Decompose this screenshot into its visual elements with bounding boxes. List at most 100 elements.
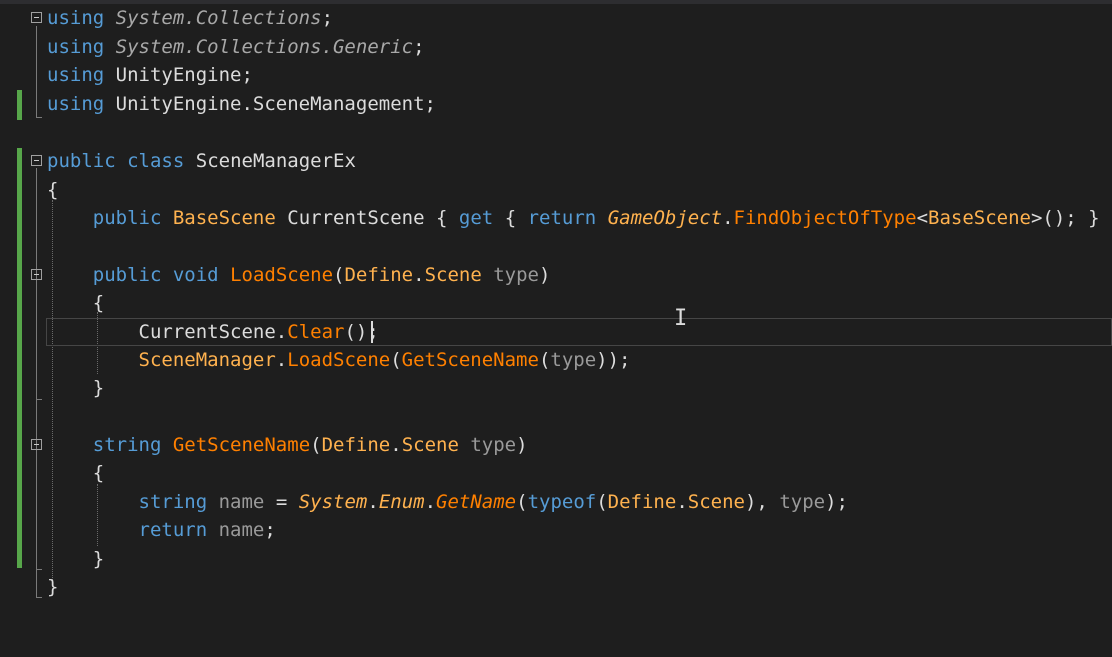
punctuation: (); [344, 321, 379, 343]
operator: = [275, 491, 288, 513]
method-name: Clear [287, 321, 345, 343]
brace: { [92, 292, 105, 314]
code-line-14: } [0, 374, 1112, 402]
type-name: Scene [687, 491, 745, 513]
modifier: public [47, 150, 116, 172]
code-line-21: } [0, 573, 1112, 601]
variable: name [218, 519, 265, 541]
punctuation: . [275, 321, 288, 343]
code-line-8: public BaseScene CurrentScene { get { re… [0, 204, 1112, 232]
brace: } [47, 576, 59, 598]
punctuation: )); [596, 349, 631, 371]
punctuation: < [916, 207, 929, 229]
type-name: BaseScene [928, 207, 1031, 229]
code-line-3: using UnityEngine; [0, 61, 1112, 89]
code-line-2: using System.Collections.Generic; [0, 33, 1112, 61]
code-line-11: { [0, 289, 1112, 317]
keyword: void [172, 264, 219, 286]
brace: } [92, 377, 105, 399]
keyword: using [47, 64, 105, 86]
method-name: GetSceneName [172, 434, 311, 456]
punctuation: . [367, 491, 379, 513]
namespace: System.Collections.Generic [115, 36, 414, 58]
punctuation: ), [744, 491, 768, 513]
method-name: LoadScene [287, 349, 391, 371]
method-name: GetSceneName [401, 349, 539, 371]
code-line-20: } [0, 545, 1112, 573]
property-name: CurrentScene [287, 207, 425, 229]
punctuation: . [390, 434, 402, 456]
ibeam-cursor-icon: I [674, 306, 688, 331]
punctuation: ; [241, 64, 253, 86]
property-name: CurrentScene [138, 321, 276, 343]
brace: { [436, 207, 448, 229]
method-name: GetName [436, 491, 517, 513]
punctuation: ; [413, 36, 425, 58]
punctuation: . [275, 349, 288, 371]
keyword: string [92, 434, 162, 456]
punctuation: ) [539, 264, 551, 286]
modifier: public [92, 207, 162, 229]
code-line-4: using UnityEngine.SceneManagement; [0, 90, 1112, 118]
method-name: FindObjectOfType [733, 207, 917, 229]
punctuation: ( [516, 491, 528, 513]
punctuation: ( [390, 349, 402, 371]
type-name: GameObject [607, 207, 723, 229]
type-name: SceneManager [138, 349, 276, 371]
punctuation: . [722, 207, 734, 229]
punctuation: ; [424, 93, 436, 115]
brace: { [47, 179, 59, 201]
namespace: UnityEngine [115, 64, 242, 86]
punctuation: >(); } } [1030, 207, 1112, 229]
punctuation: . [424, 491, 437, 513]
punctuation: . [413, 264, 425, 286]
code-line-19: return name; [0, 516, 1112, 544]
code-line-7: { [0, 176, 1112, 204]
punctuation: ); [825, 491, 848, 513]
keyword: using [47, 93, 105, 115]
keyword: string [138, 491, 208, 513]
brace: } [92, 548, 105, 570]
type-name: Define [344, 264, 414, 286]
namespace: System [298, 491, 368, 513]
code-line-17: { [0, 459, 1112, 487]
keyword: return [138, 519, 208, 541]
parameter: type [470, 434, 517, 456]
type-name: Scene [424, 264, 482, 286]
punctuation: ) [516, 434, 528, 456]
keyword: using [47, 7, 105, 29]
punctuation: ( [310, 434, 322, 456]
punctuation: ( [538, 349, 551, 371]
parameter: type [550, 349, 597, 371]
code-line-12: CurrentScene.Clear(); [0, 318, 1112, 346]
type-name: Enum [378, 491, 425, 513]
brace: { [504, 207, 517, 229]
brace: { [92, 462, 105, 484]
code-line-16: string GetSceneName(Define.Scene type) [0, 431, 1112, 459]
punctuation: ( [333, 264, 345, 286]
code-line-10: public void LoadScene(Define.Scene type) [0, 261, 1112, 289]
type-name: BaseScene [172, 207, 276, 229]
parameter: type [779, 491, 826, 513]
variable: name [218, 491, 265, 513]
class-name: SceneManagerEx [195, 150, 356, 172]
type-name: Define [321, 434, 391, 456]
keyword: get [458, 207, 494, 229]
punctuation: ( [596, 491, 608, 513]
modifier: public [92, 264, 162, 286]
code-line-1: using System.Collections; [0, 4, 1112, 32]
namespace: UnityEngine.SceneManagement [115, 93, 425, 115]
punctuation: . [676, 491, 688, 513]
text-caret [371, 321, 373, 343]
code-line-18: string name = System.Enum.GetName(typeof… [0, 488, 1112, 516]
punctuation: ; [264, 519, 276, 541]
keyword: return [527, 207, 597, 229]
code-editor[interactable]: using System.Collections; using System.C… [0, 0, 1112, 610]
keyword: typeof [527, 491, 597, 513]
method-name: LoadScene [230, 264, 334, 286]
type-name: Define [607, 491, 677, 513]
punctuation: ; [321, 7, 334, 29]
code-line-13: SceneManager.LoadScene(GetSceneName(type… [0, 346, 1112, 374]
keyword: class [127, 150, 185, 172]
namespace: System.Collections [115, 7, 322, 29]
